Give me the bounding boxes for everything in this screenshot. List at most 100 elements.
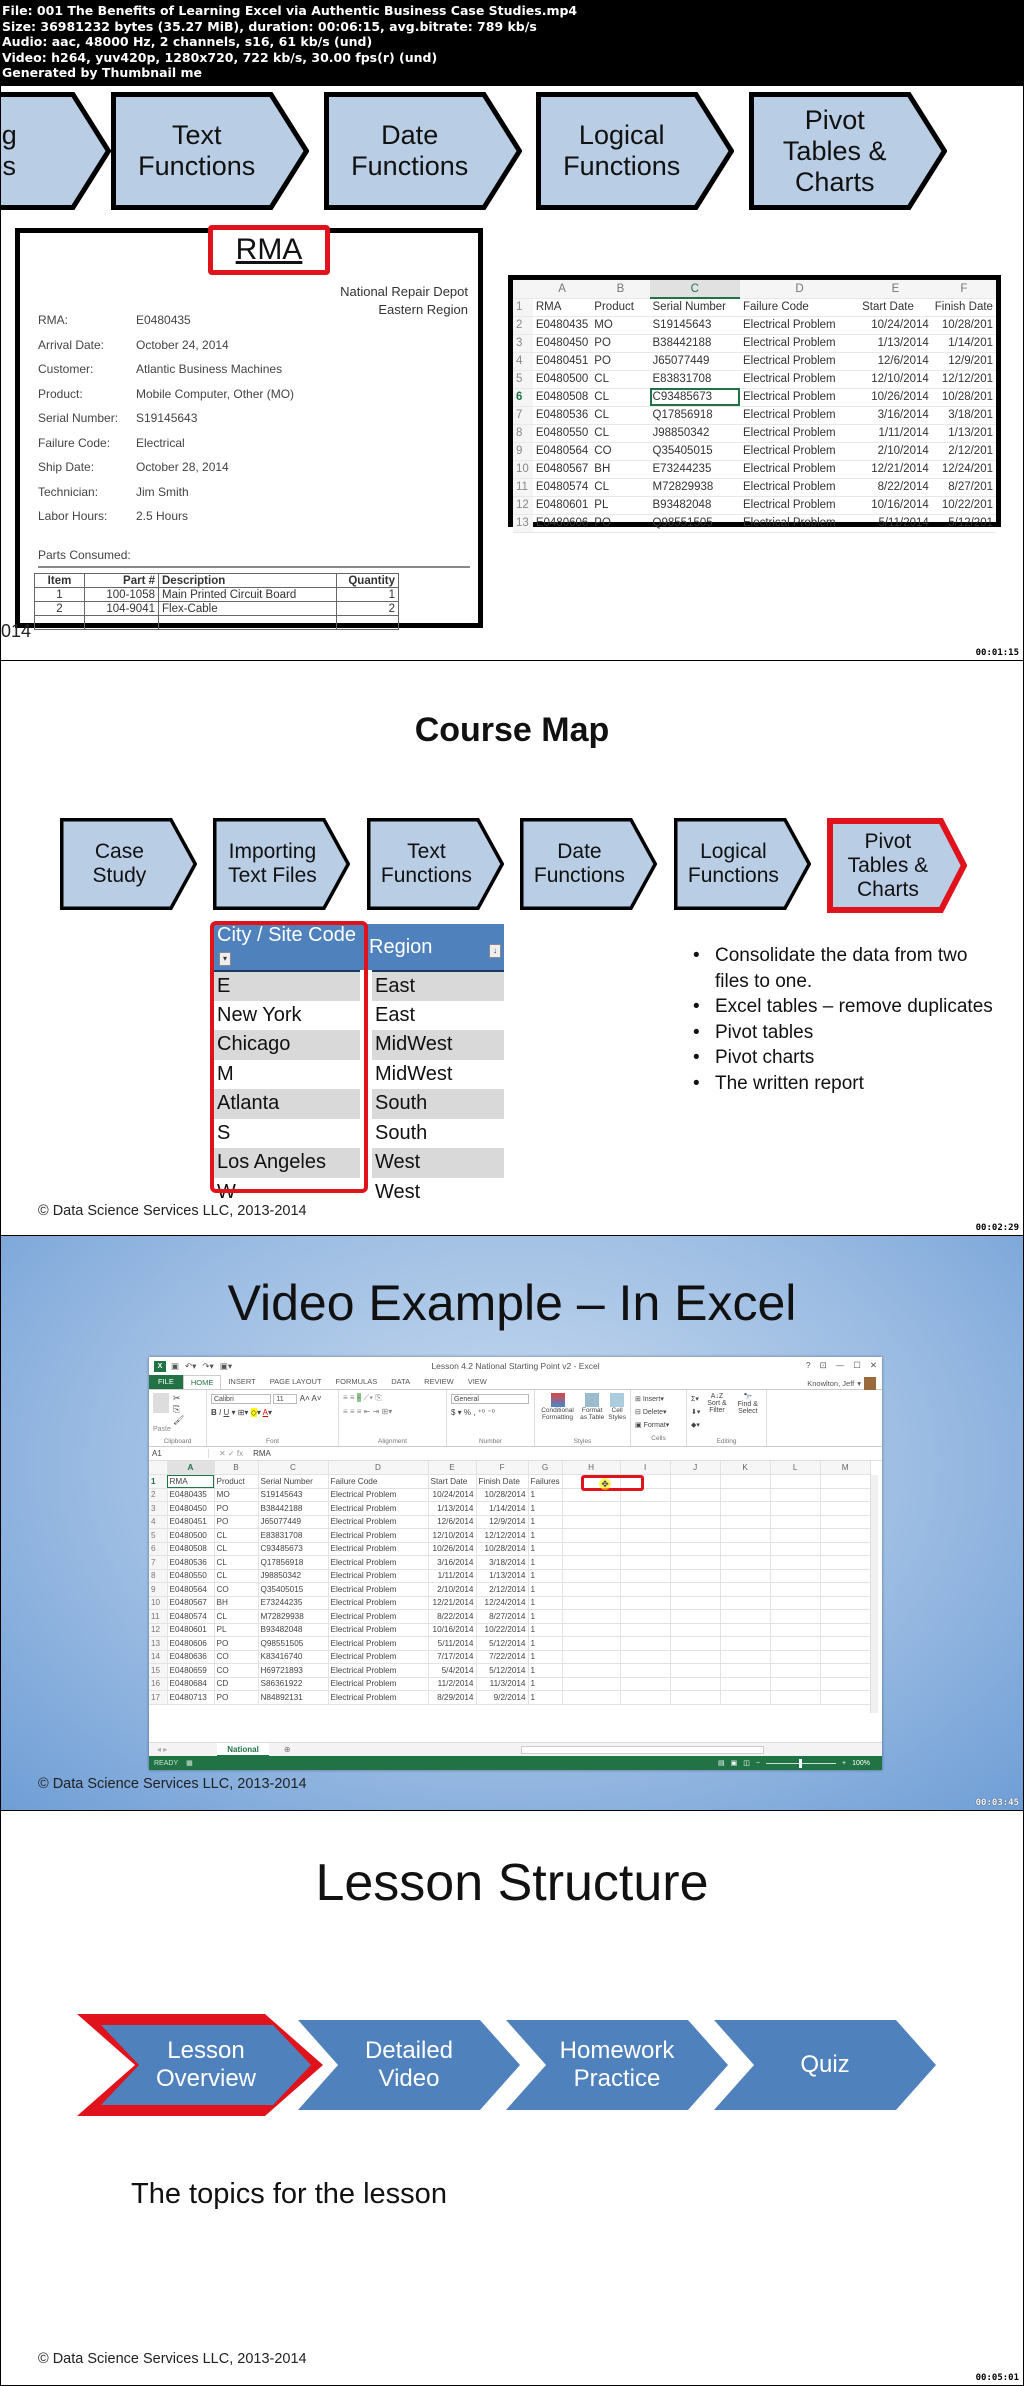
font-grow-icon[interactable]: A˄ A˅ xyxy=(300,1394,322,1403)
cell[interactable] xyxy=(562,1663,621,1678)
cell[interactable]: Electrical Problem xyxy=(328,1690,429,1705)
cell[interactable]: Electrical Problem xyxy=(328,1582,429,1597)
ribbon-tab-view[interactable]: VIEW xyxy=(461,1375,494,1389)
font-name-select[interactable]: Calibri xyxy=(211,1394,271,1404)
cell[interactable] xyxy=(820,1650,871,1664)
cell[interactable] xyxy=(620,1609,671,1624)
zoom-slider[interactable] xyxy=(766,1758,836,1768)
cell[interactable]: 12/12/201 xyxy=(931,370,996,389)
cell[interactable]: 12/12/2014 xyxy=(476,1528,529,1543)
cell[interactable] xyxy=(670,1474,721,1489)
cell[interactable]: PO xyxy=(591,334,650,353)
name-box[interactable]: A1 xyxy=(149,1449,209,1458)
cell[interactable]: E73244235 xyxy=(258,1596,329,1610)
cell[interactable]: Finish Date xyxy=(931,298,996,317)
cell[interactable]: CO xyxy=(214,1650,259,1664)
paste-button[interactable]: Paste xyxy=(153,1426,202,1433)
cell[interactable]: E0480567 xyxy=(167,1596,215,1610)
cell[interactable]: Failure Code xyxy=(328,1474,429,1489)
cell[interactable]: RMA xyxy=(532,298,592,317)
cell[interactable]: Q17856918 xyxy=(649,406,740,425)
cell[interactable]: 10/24/2014 xyxy=(428,1488,477,1502)
cell[interactable]: 3/18/2014 xyxy=(476,1555,529,1570)
cell[interactable]: S19145643 xyxy=(258,1488,329,1502)
cell[interactable]: 1 xyxy=(528,1515,563,1529)
cell[interactable]: B38442188 xyxy=(258,1501,329,1516)
sort-filter-icon[interactable]: ↓ xyxy=(489,943,501,958)
cell[interactable]: Electrical Problem xyxy=(739,316,860,335)
format-cells-button[interactable]: ▣ Format▾ xyxy=(635,1419,682,1432)
horizontal-scrollbar[interactable] xyxy=(521,1746,764,1754)
add-sheet-icon[interactable]: ⊕ xyxy=(284,1745,291,1754)
cell[interactable]: 2/12/201 xyxy=(931,442,996,461)
cell[interactable] xyxy=(770,1596,821,1610)
cell-styles-button[interactable]: Cell Styles xyxy=(608,1393,626,1443)
cell[interactable]: 5/12/201 xyxy=(931,514,996,533)
cell[interactable] xyxy=(770,1677,821,1691)
cell[interactable] xyxy=(670,1663,721,1678)
cell[interactable]: CL xyxy=(214,1569,259,1583)
column-header[interactable]: Region ↓ xyxy=(366,924,504,972)
minimize-icon[interactable]: — xyxy=(836,1360,845,1371)
normal-view-icon[interactable]: ▤ xyxy=(718,1759,725,1767)
row-number[interactable]: 9 xyxy=(149,1582,168,1597)
cell[interactable]: PL xyxy=(214,1623,259,1637)
cell[interactable] xyxy=(770,1690,821,1705)
cell[interactable]: Finish Date xyxy=(476,1474,529,1489)
cell[interactable] xyxy=(562,1690,621,1705)
row-number[interactable]: 11 xyxy=(513,478,533,497)
number-format-icons[interactable]: $ ▾ % , ⁺⁰ ⁻⁰ xyxy=(451,1408,530,1417)
cell[interactable]: 1/11/2014 xyxy=(428,1569,477,1583)
cell[interactable]: Serial Number xyxy=(649,298,740,317)
cell[interactable]: E0480508 xyxy=(532,388,592,407)
cell[interactable]: E0480451 xyxy=(167,1515,215,1529)
cell[interactable]: 2/10/2014 xyxy=(859,442,932,461)
select-all-corner[interactable] xyxy=(513,280,533,299)
formula-input[interactable]: RMA xyxy=(253,1449,271,1458)
row-number[interactable]: 17 xyxy=(149,1690,168,1705)
cell[interactable] xyxy=(620,1636,671,1651)
ribbon-tab-insert[interactable]: INSERT xyxy=(221,1375,262,1389)
cell[interactable] xyxy=(620,1501,671,1516)
row-number[interactable]: 9 xyxy=(513,442,533,461)
cell[interactable]: E0480713 xyxy=(167,1690,215,1705)
row-number[interactable]: 11 xyxy=(149,1609,168,1624)
cell[interactable]: CL xyxy=(214,1542,259,1556)
cell[interactable]: Electrical Problem xyxy=(739,460,860,479)
cell[interactable]: 3/18/201 xyxy=(931,406,996,425)
row-number[interactable]: 10 xyxy=(513,460,533,479)
cell[interactable] xyxy=(720,1569,771,1583)
row-number[interactable]: 1 xyxy=(513,298,533,317)
cell[interactable]: E0480550 xyxy=(532,424,592,443)
cell[interactable] xyxy=(770,1582,821,1597)
cell[interactable] xyxy=(770,1542,821,1556)
cell[interactable]: E0480500 xyxy=(532,370,592,389)
cell[interactable] xyxy=(562,1515,621,1529)
cell[interactable]: 8/27/2014 xyxy=(476,1609,529,1624)
row-number[interactable]: 13 xyxy=(513,514,533,533)
cell[interactable]: Q98551505 xyxy=(649,514,740,533)
ribbon-tab-data[interactable]: DATA xyxy=(384,1375,417,1389)
row-number[interactable]: 12 xyxy=(149,1623,168,1637)
cell[interactable] xyxy=(770,1501,821,1516)
cell[interactable] xyxy=(720,1690,771,1705)
cell[interactable]: 12/6/2014 xyxy=(428,1515,477,1529)
row-number[interactable]: 7 xyxy=(513,406,533,425)
cell[interactable]: 1 xyxy=(528,1488,563,1502)
column-letter[interactable]: G xyxy=(528,1461,563,1475)
cell[interactable]: 2/10/2014 xyxy=(428,1582,477,1597)
cell[interactable]: 12/6/2014 xyxy=(859,352,932,371)
cell[interactable]: 5/4/2014 xyxy=(428,1663,477,1678)
cell[interactable]: 10/28/201 xyxy=(931,388,996,407)
cell[interactable]: 12/24/2014 xyxy=(476,1596,529,1610)
cell[interactable]: H69721893 xyxy=(258,1663,329,1678)
help-icon[interactable]: ? xyxy=(806,1360,811,1371)
cell[interactable] xyxy=(770,1663,821,1678)
cell[interactable] xyxy=(562,1636,621,1651)
cell[interactable] xyxy=(670,1690,721,1705)
cell[interactable] xyxy=(670,1677,721,1691)
cell[interactable]: Electrical Problem xyxy=(328,1623,429,1637)
cell[interactable] xyxy=(770,1623,821,1637)
cell[interactable] xyxy=(770,1609,821,1624)
cell[interactable]: E0480435 xyxy=(167,1488,215,1502)
